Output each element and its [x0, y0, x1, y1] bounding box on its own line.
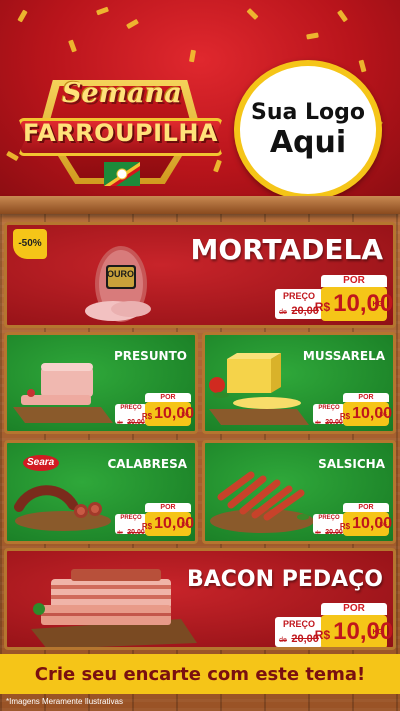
confetti	[358, 59, 367, 73]
currency: R$	[314, 300, 331, 314]
new-price-box: R$ 10,00 KG	[315, 615, 393, 647]
confetti	[126, 18, 139, 30]
discount-badge: -50%	[13, 229, 47, 259]
new-price-box: R$ 10,00 KG	[141, 402, 194, 426]
cta-text: Crie seu encarte com este tema!	[34, 663, 366, 685]
de-label: de	[315, 530, 321, 536]
unit: KG	[181, 412, 190, 418]
confetti	[188, 49, 197, 63]
cta-banner[interactable]: Crie seu encarte com este tema!	[0, 654, 400, 694]
por-label: POR	[343, 393, 389, 402]
price-tag: POR PREÇO de 20,00 R$ 10,00 KG	[313, 393, 392, 427]
header-banner: Semana FARROUPILHA Sua Logo Aqui	[0, 0, 400, 200]
logo-line2: Aqui	[269, 125, 347, 160]
product-card-bacon[interactable]: BACON PEDAÇO POR PREÇO de 20,00 R$ 10,00…	[4, 548, 396, 650]
price-tag: POR PREÇO de 20,00 R$ 10,00 KG	[275, 603, 393, 647]
logo-placeholder[interactable]: Sua Logo Aqui	[234, 60, 382, 200]
unit: KG	[372, 629, 384, 636]
badge-main-text: FARROUPILHA	[22, 119, 219, 147]
currency: R$	[141, 521, 153, 531]
product-card-mortadela[interactable]: -50% OURO MORTADELA POR PREÇO de 20,00 R…	[4, 222, 396, 328]
currency: R$	[141, 411, 153, 421]
unit: KG	[181, 522, 190, 528]
new-price-box: R$ 10,00 KG	[339, 402, 392, 426]
mussarela-image	[209, 353, 309, 425]
brand-label: Seara	[27, 457, 55, 468]
new-price-box: R$ 10,00 KG	[141, 512, 194, 536]
logo-line1: Sua Logo	[250, 100, 365, 125]
por-label: POR	[145, 393, 191, 402]
product-name: MORTADELA	[190, 233, 383, 266]
product-name: SALSICHA	[318, 457, 385, 471]
product-card-salsicha[interactable]: SALSICHA POR PREÇO de 20,00 R$ 10,00 KG	[202, 440, 396, 544]
de-label: de	[279, 637, 287, 644]
price-value: 10,00	[333, 290, 394, 317]
product-name: PRESUNTO	[113, 349, 187, 363]
price-tag: POR PREÇO de 20,00 R$ 10,00 KG	[115, 393, 194, 427]
price-tag: POR PREÇO de 20,00 R$ 10,00 KG	[275, 275, 393, 323]
semana-farroupilha-badge: Semana FARROUPILHA	[18, 72, 223, 190]
confetti	[17, 9, 28, 23]
product-name: BACON PEDAÇO	[186, 567, 383, 592]
price-tag: POR PREÇO de 20,00 R$ 10,00 KG	[313, 503, 392, 537]
unit: KG	[379, 522, 388, 528]
price-label: PREÇO	[318, 405, 340, 411]
currency: R$	[339, 521, 351, 531]
currency: R$	[314, 628, 331, 642]
confetti	[6, 150, 19, 162]
presunto-image	[13, 363, 113, 423]
brand-label: OURO	[107, 269, 134, 279]
confetti	[337, 9, 348, 23]
price-tag: POR PREÇO de 20,00 R$ 10,00 KG	[115, 503, 194, 537]
new-price-box: R$ 10,00 KG	[339, 512, 392, 536]
de-label: de	[117, 530, 123, 536]
de-label: de	[117, 420, 123, 426]
currency: R$	[339, 411, 351, 421]
product-card-presunto[interactable]: PRESUNTO POR PREÇO de 20,00 R$ 10,00 KG	[4, 332, 198, 434]
confetti	[68, 39, 77, 53]
unit: KG	[379, 412, 388, 418]
de-label: de	[279, 309, 287, 316]
confetti	[96, 6, 109, 16]
de-label: de	[315, 420, 321, 426]
price-label: PREÇO	[318, 515, 340, 521]
product-card-mussarela[interactable]: MUSSARELA POR PREÇO de 20,00 R$ 10,00 KG	[202, 332, 396, 434]
product-card-calabresa[interactable]: Seara CALABRESA POR PREÇO de 20,00 R$ 10…	[4, 440, 198, 544]
disclaimer: *Imagens Meramente Ilustrativas	[6, 697, 123, 706]
por-label: POR	[321, 275, 387, 287]
price-value: 10,00	[333, 618, 394, 645]
new-price-box: R$ 10,00 KG	[315, 287, 393, 321]
bacon-image	[31, 569, 197, 647]
shelf-top	[0, 196, 400, 214]
por-label: POR	[343, 503, 389, 512]
product-name: MUSSARELA	[302, 349, 385, 363]
salsicha-image	[210, 471, 314, 533]
price-label: PREÇO	[120, 405, 142, 411]
por-label: POR	[321, 603, 387, 615]
confetti	[306, 32, 319, 40]
rs-flag-icon	[104, 162, 140, 186]
unit: KG	[372, 301, 384, 308]
por-label: POR	[145, 503, 191, 512]
badge-top-text: Semana	[62, 78, 182, 109]
price-label: PREÇO	[120, 515, 142, 521]
product-name: CALABRESA	[107, 457, 187, 471]
confetti	[246, 7, 259, 21]
